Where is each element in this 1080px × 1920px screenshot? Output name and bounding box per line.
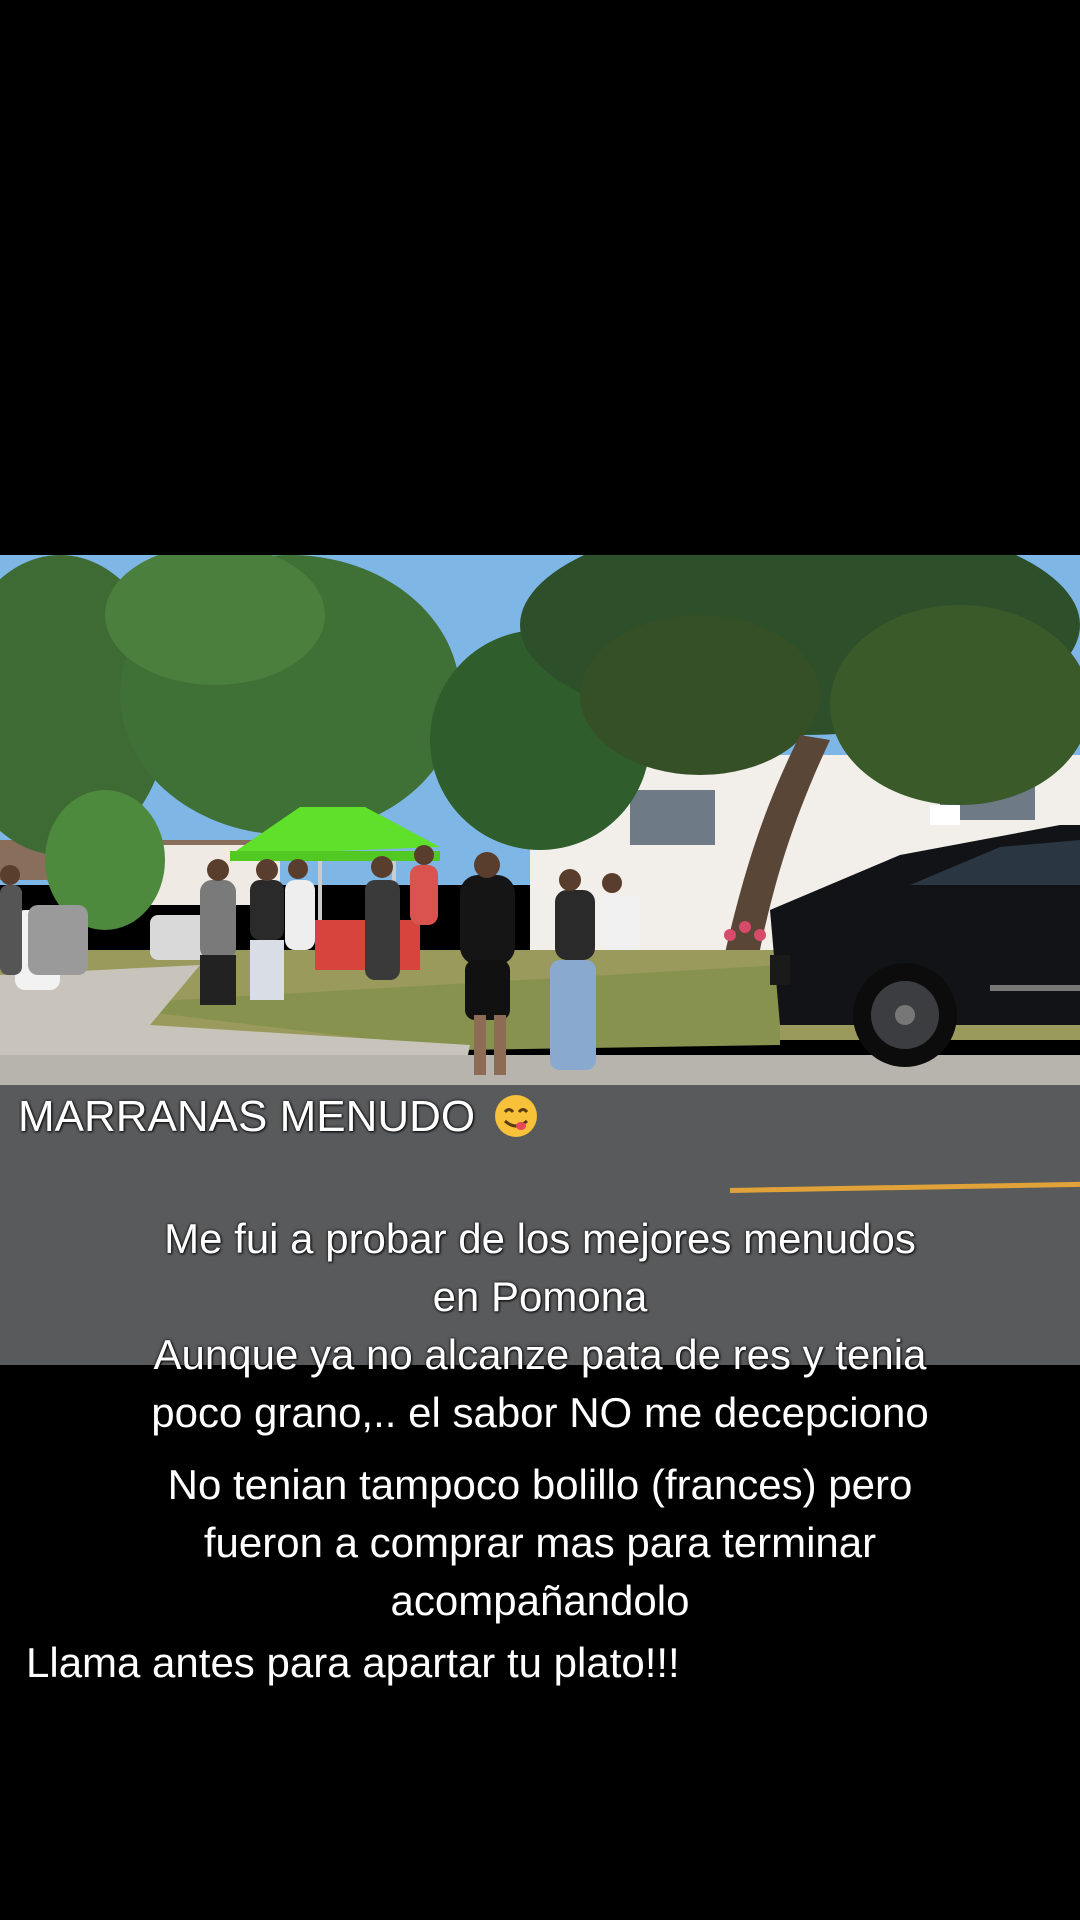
caption-line-7: acompañandolo <box>390 1577 690 1624</box>
caption-title: MARRANAS MENUDO <box>18 1088 539 1146</box>
caption-line-3: Aunque ya no alcanze pata de res y tenia <box>153 1331 927 1378</box>
caption-line-1: Me fui a probar de los mejores menudos <box>164 1215 916 1262</box>
yum-face-emoji-icon <box>493 1093 539 1139</box>
caption-line-6: fueron a comprar mas para terminar <box>203 1519 877 1566</box>
video-frame: MARRANAS MENUDO Me fui a probar de los m… <box>0 0 1080 1920</box>
caption-line-4: poco grano,.. el sabor NO me decepciono <box>151 1389 929 1436</box>
caption-line-2: en Pomona <box>432 1273 648 1320</box>
caption-line-5: No tenian tampoco bolillo (frances) pero <box>167 1461 913 1508</box>
caption-title-text: MARRANAS MENUDO <box>18 1092 476 1141</box>
caption-line-8: Llama antes para apartar tu plato!!! <box>26 1639 680 1686</box>
